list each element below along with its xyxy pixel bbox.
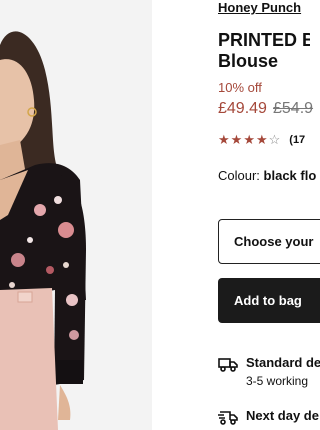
standard-delivery-title: Standard de bbox=[246, 355, 320, 370]
standard-delivery-subtitle: 3-5 working bbox=[246, 374, 309, 388]
star-icon: ★ bbox=[243, 132, 255, 147]
size-select[interactable]: Choose your bbox=[218, 219, 320, 264]
product-title: PRINTED B Blouse bbox=[218, 30, 310, 72]
truck-icon bbox=[218, 358, 238, 372]
product-title-line2: Blouse bbox=[218, 51, 279, 71]
product-title-line1: PRINTED B bbox=[218, 30, 310, 50]
original-price: £54.9 bbox=[273, 100, 314, 117]
rating[interactable]: ★ ★ ★ ★ ☆ (17 bbox=[218, 133, 305, 147]
current-price: £49.49 bbox=[218, 100, 267, 117]
star-icon: ★ bbox=[218, 132, 230, 147]
star-icon: ★ bbox=[230, 132, 243, 147]
colour-row: Colour: black flo bbox=[218, 168, 316, 183]
review-count[interactable]: (17 bbox=[289, 134, 305, 146]
delivery-standard: Standard de 3-5 working bbox=[218, 355, 320, 388]
add-to-bag-label: Add to bag bbox=[234, 293, 302, 308]
add-to-bag-button[interactable]: Add to bag bbox=[218, 278, 320, 323]
star-half-icon: ★ bbox=[255, 132, 268, 147]
size-select-label: Choose your bbox=[234, 234, 314, 249]
fast-truck-icon bbox=[218, 411, 238, 425]
colour-value: black flo bbox=[263, 168, 317, 183]
product-image[interactable] bbox=[0, 0, 152, 430]
delivery-next-day: Next day de bbox=[218, 408, 319, 425]
brand-link[interactable]: Honey Punch bbox=[218, 0, 301, 15]
next-day-delivery-title: Next day de bbox=[246, 408, 319, 423]
colour-label: Colour: bbox=[218, 168, 260, 183]
product-photo-illustration bbox=[0, 0, 152, 430]
star-empty-icon: ☆ bbox=[268, 132, 281, 147]
discount-label: 10% off bbox=[218, 80, 262, 95]
